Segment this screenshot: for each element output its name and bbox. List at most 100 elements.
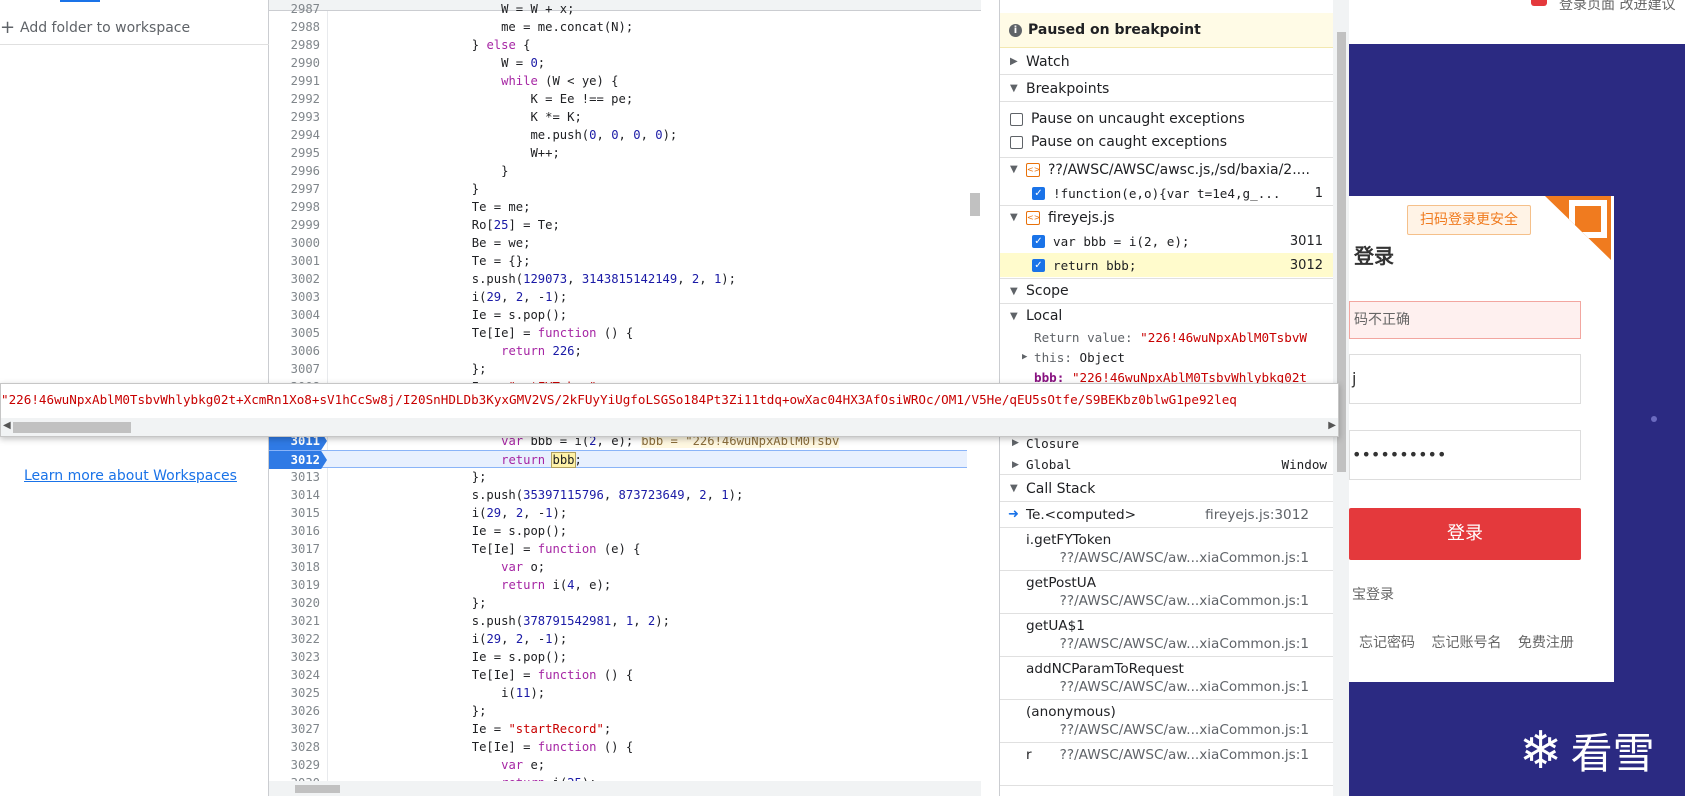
top-bar-text[interactable]: 登录页面 改进建议 [1559,0,1675,14]
code-line[interactable]: 3003 i(29, 2, -1); [269,288,981,306]
scroll-thumb[interactable] [970,193,980,216]
line-number[interactable]: 3028 [269,738,320,756]
line-number[interactable]: 3025 [269,684,320,702]
code-line[interactable]: 2992 K = Ee !== pe; [269,90,981,108]
bp-file-awsc[interactable]: ▼ <> ??/AWSC/AWSC/awsc.js,/sd/baxia/2...… [1000,157,1333,181]
line-number[interactable]: 2998 [269,198,320,216]
line-number[interactable]: 2997 [269,180,320,198]
code-line[interactable]: 3006 return 226; [269,342,981,360]
line-number[interactable]: 2990 [269,54,320,72]
code-line[interactable]: 3013 }; [269,468,981,486]
editor-horizontal-scrollbar[interactable] [269,781,981,796]
pause-caught-checkbox[interactable] [1010,135,1023,149]
register-link[interactable]: 免费注册 [1518,635,1574,651]
code-line[interactable]: 3002 s.push(129073, 3143815142149, 2, 1)… [269,270,981,288]
code-line[interactable]: 2991 while (W < ye) { [269,72,981,90]
call-frame[interactable]: getPostUA ??/AWSC/AWSC/aw...xiaCommon.js:… [1000,571,1333,614]
code-line[interactable]: 3017 Te[Ie] = function (e) { [269,540,981,558]
line-number[interactable]: 3013 [269,468,320,486]
breakpoint-checkbox[interactable]: ✓ [1032,258,1045,272]
code-line[interactable]: 3027 Ie = "startRecord"; [269,720,981,738]
code-line[interactable]: 3000 Be = we; [269,234,981,252]
scroll-right-icon[interactable]: ▶ [1328,420,1336,431]
line-number[interactable]: 3018 [269,558,320,576]
line-number[interactable]: 2993 [269,108,320,126]
scope-section[interactable]: ▼ Scope [1000,278,1333,304]
line-number[interactable]: 3001 [269,252,320,270]
breakpoint-item[interactable]: ✓ var bbb = i(2, e); 3011 [1000,229,1333,253]
code-line[interactable]: 3015 i(29, 2, -1); [269,504,981,522]
breakpoint-checkbox[interactable]: ✓ [1032,186,1045,200]
pause-uncaught-checkbox[interactable] [1010,112,1023,126]
code-line[interactable]: 3001 Te = {}; [269,252,981,270]
code-line[interactable]: 3018 var o; [269,558,981,576]
code-line[interactable]: 3012 return bbb; [269,450,981,469]
qr-code-icon[interactable] [1545,196,1611,260]
code-line[interactable]: 3019 return i(4, e); [269,576,981,594]
forgot-password-link[interactable]: 忘记密码 [1359,635,1415,651]
code-line[interactable]: 2993 K *= K; [269,108,981,126]
code-line[interactable]: 2989 } else { [269,36,981,54]
line-number[interactable]: 3022 [269,630,320,648]
scope-return-value[interactable]: Return value: "226!46wuNpxAblM0TsbvW [1000,327,1333,347]
call-frame[interactable]: ➜ Te.<computed> fireyejs.js:3012 [1000,503,1333,528]
code-line[interactable]: 3028 Te[Ie] = function () { [269,738,981,756]
code-line[interactable]: 3020 }; [269,594,981,612]
line-number[interactable]: 2996 [269,162,320,180]
line-number[interactable]: 2994 [269,126,320,144]
line-number[interactable]: 3027 [269,720,320,738]
line-number[interactable]: 3003 [269,288,320,306]
line-number[interactable]: 3014 [269,486,320,504]
line-number[interactable]: 3015 [269,504,320,522]
username-field[interactable]: j [1349,354,1581,404]
call-frame[interactable]: getUA$1 ??/AWSC/AWSC/aw...xiaCommon.js:1 [1000,614,1333,657]
code-line[interactable]: 3024 Te[Ie] = function () { [269,666,981,684]
line-number[interactable]: 3026 [269,702,320,720]
learn-more-link[interactable]: Learn more about Workspaces [24,468,237,484]
line-number[interactable]: 3023 [269,648,320,666]
line-number[interactable]: 2987 [269,0,320,18]
watch-section[interactable]: ▶ Watch [1000,49,1333,75]
breakpoint-marker[interactable]: 3012 [269,451,327,469]
line-number[interactable]: 3002 [269,270,320,288]
code-line[interactable]: 2995 W++; [269,144,981,162]
line-number[interactable]: 3021 [269,612,320,630]
forgot-username-link[interactable]: 忘记账号名 [1431,635,1501,651]
scope-global[interactable]: ▶ Global Window [1000,455,1333,475]
pause-caught-row[interactable]: Pause on caught exceptions [1000,131,1333,153]
line-number[interactable]: 3007 [269,360,320,378]
call-frame[interactable]: addNCParamToRequest ??/AWSC/AWSC/aw...xia… [1000,657,1333,700]
call-frame[interactable]: i.getFYToken ??/AWSC/AWSC/aw...xiaCommon.… [1000,528,1333,571]
scope-local[interactable]: ▼ Local [1000,306,1333,326]
breakpoints-section[interactable]: ▼ Breakpoints [1000,76,1333,102]
carousel-dot[interactable] [1651,416,1657,422]
scope-this[interactable]: ▶ this: Object [1000,347,1333,367]
code-line[interactable]: 3016 Ie = s.pop(); [269,522,981,540]
line-number[interactable]: 3020 [269,594,320,612]
code-line[interactable]: 3026 }; [269,702,981,720]
popover-scrollbar[interactable]: ◀ ▶ [1,418,1338,436]
code-line[interactable]: 2994 me.push(0, 0, 0, 0); [269,126,981,144]
line-number[interactable]: 3006 [269,342,320,360]
code-line[interactable]: 3005 Te[Ie] = function () { [269,324,981,342]
code-line[interactable]: 2998 Te = me; [269,198,981,216]
scroll-thumb[interactable] [13,422,131,433]
scroll-thumb[interactable] [295,785,340,793]
line-number[interactable]: 3005 [269,324,320,342]
line-number[interactable]: 2989 [269,36,320,54]
login-button[interactable]: 登录 [1349,508,1581,560]
hovered-token[interactable]: bbb [551,452,576,468]
alt-login-link[interactable]: 宝登录 [1352,584,1394,604]
code-line[interactable]: 2997 } [269,180,981,198]
line-number[interactable]: 3029 [269,756,320,774]
code-line[interactable]: 3022 i(29, 2, -1); [269,630,981,648]
code-line[interactable]: 3007 }; [269,360,981,378]
line-number[interactable]: 2995 [269,144,320,162]
code-line[interactable]: 2996 } [269,162,981,180]
code-line[interactable]: 2988 me = me.concat(N); [269,18,981,36]
line-number[interactable]: 2992 [269,90,320,108]
code-line[interactable]: 2999 Ro[25] = Te; [269,216,981,234]
bp-file-fireyejs[interactable]: ▼ <> fireyejs.js [1000,205,1333,229]
line-number[interactable]: 3016 [269,522,320,540]
add-folder-button[interactable]: + Add folder to workspace [0,17,190,39]
